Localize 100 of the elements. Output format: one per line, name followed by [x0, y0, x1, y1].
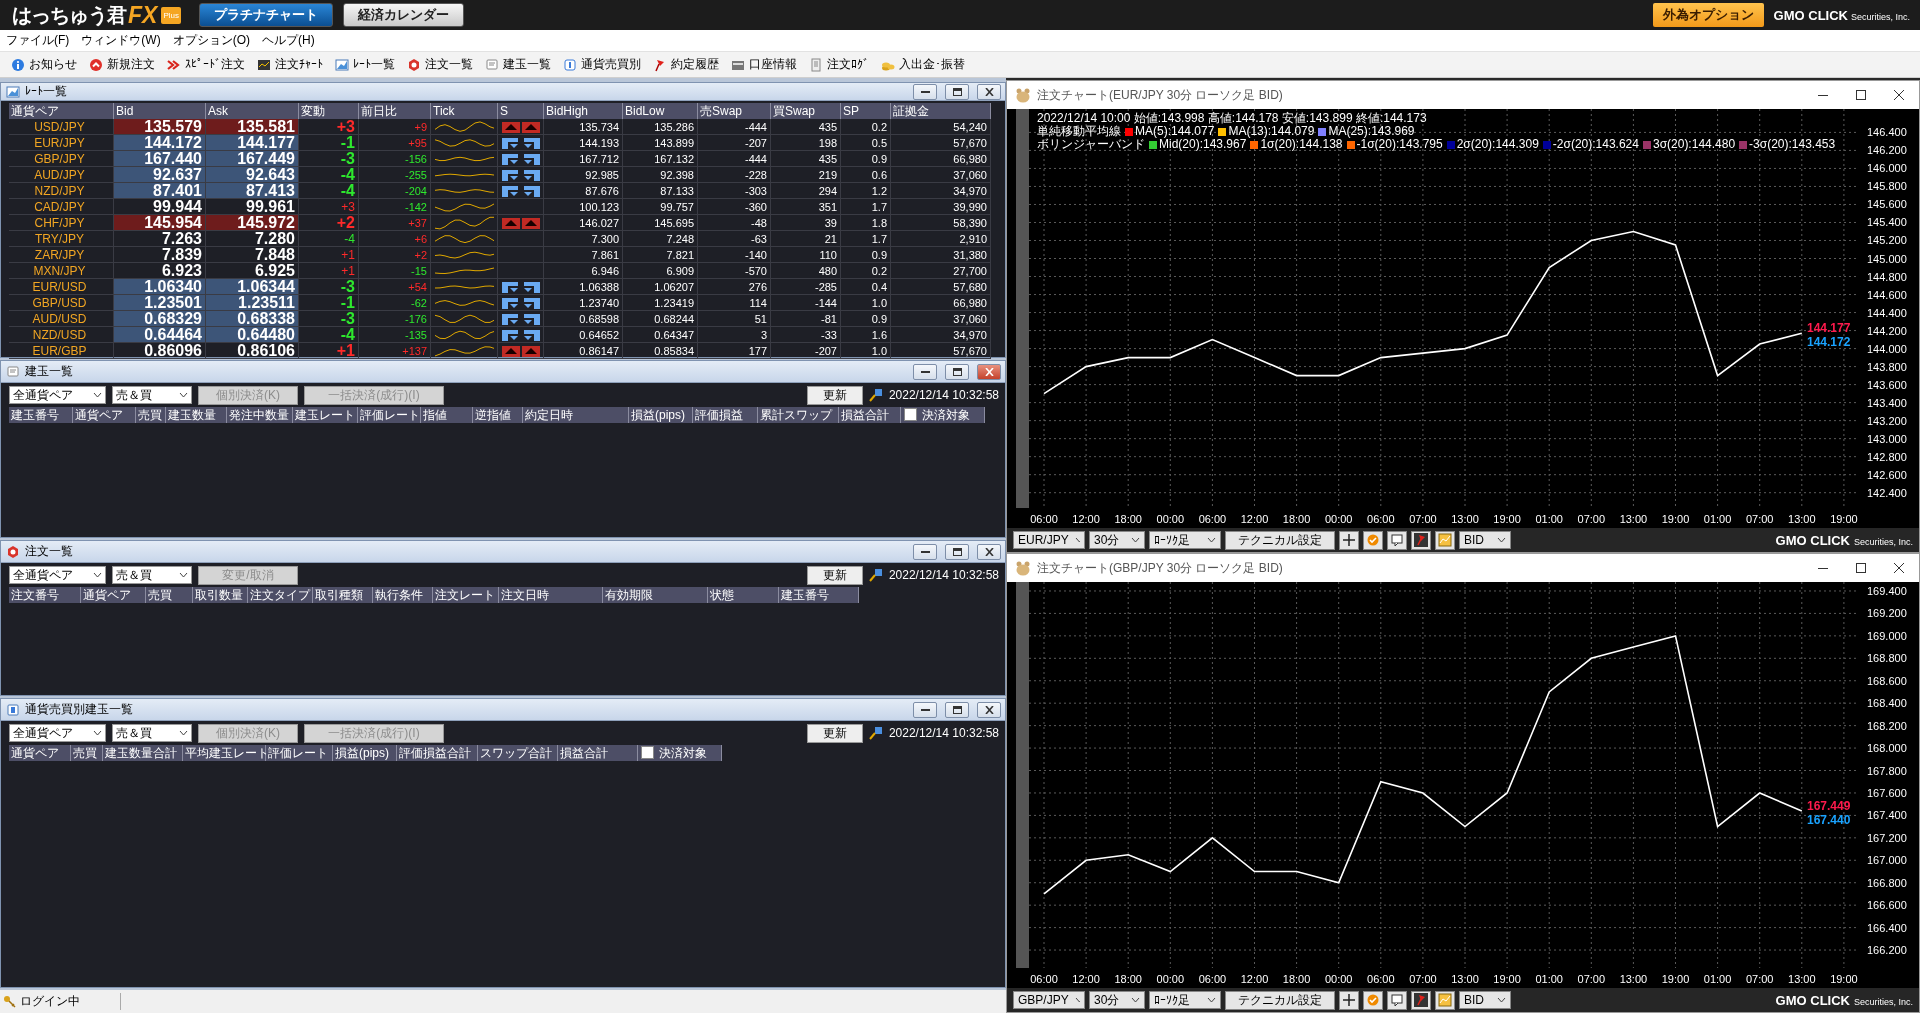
refresh-button[interactable]: 更新 — [806, 385, 863, 405]
toolbar-button[interactable]: 注文ﾁｬｰﾄ — [254, 53, 326, 76]
dropdown[interactable]: GBP/JPY — [1013, 991, 1085, 1009]
dropdown[interactable]: 売＆買 — [112, 724, 192, 742]
toolbar-button[interactable] — [1411, 530, 1431, 550]
menu-item[interactable]: ウィンドウ(W) — [81, 32, 161, 49]
column-header[interactable]: 損益合計 — [839, 407, 901, 423]
dropdown[interactable]: ﾛｰｿｸ足 — [1149, 991, 1221, 1009]
column-header[interactable]: 売Swap — [698, 103, 771, 119]
column-header[interactable]: S — [498, 103, 544, 119]
column-header[interactable]: 変動 — [299, 103, 359, 119]
maximize-button[interactable] — [945, 543, 969, 560]
dropdown[interactable]: 30分 — [1089, 991, 1145, 1009]
toolbar-button[interactable] — [1387, 530, 1407, 550]
dropdown[interactable]: 30分 — [1089, 531, 1145, 549]
close-button[interactable] — [977, 83, 1001, 100]
column-header[interactable]: 評価レート — [266, 745, 333, 761]
column-header[interactable]: 累計スワップ — [758, 407, 839, 423]
column-header[interactable]: 通貨ペア — [9, 745, 71, 761]
column-header[interactable]: BidHigh — [544, 103, 623, 119]
column-header[interactable]: 状態 — [708, 587, 779, 603]
column-header[interactable]: Ask — [206, 103, 299, 119]
column-header[interactable]: 注文番号 — [9, 587, 81, 603]
column-header[interactable]: 通貨ペア — [73, 407, 136, 423]
column-header[interactable]: 評価損益合計 — [397, 745, 478, 761]
dropdown[interactable]: BID — [1459, 991, 1511, 1009]
column-header[interactable]: BidLow — [623, 103, 698, 119]
column-header[interactable]: 注文タイプ — [248, 587, 313, 603]
column-header[interactable]: 売買 — [71, 745, 103, 761]
option-button[interactable]: 外為オプション — [1652, 3, 1764, 27]
toolbar-button[interactable]: 入出金･振替 — [878, 53, 968, 76]
toolbar-button[interactable]: ｽﾋﾟｰﾄﾞ注文 — [164, 53, 248, 76]
column-header[interactable]: 証拠金 — [891, 103, 991, 119]
column-header[interactable]: 通貨ペア — [81, 587, 146, 603]
column-header[interactable]: 平均建玉レート — [183, 745, 266, 761]
column-header[interactable]: 指値 — [421, 407, 473, 423]
maximize-button[interactable] — [945, 363, 969, 380]
toolbar-button[interactable] — [1435, 990, 1455, 1010]
column-header[interactable]: 建玉番号 — [779, 587, 859, 603]
column-header[interactable]: 評価レート — [358, 407, 421, 423]
maximize-button[interactable] — [945, 83, 969, 100]
toolbar-button[interactable]: 通貨売買別 — [560, 53, 644, 76]
chart-scrollbar[interactable] — [1016, 109, 1029, 508]
column-header[interactable]: スワップ合計 — [478, 745, 558, 761]
column-header[interactable]: 取引数量 — [193, 587, 248, 603]
maximize-button[interactable] — [945, 701, 969, 718]
column-header[interactable]: 損益(pips) — [333, 745, 397, 761]
dropdown[interactable]: EUR/JPY — [1013, 531, 1085, 549]
column-header[interactable]: 有効期限 — [603, 587, 708, 603]
column-header[interactable]: 売買 — [136, 407, 166, 423]
menu-item[interactable]: オプション(O) — [172, 32, 250, 49]
close-button[interactable] — [977, 701, 1001, 718]
maximize-button[interactable] — [1855, 562, 1867, 574]
checkbox[interactable] — [641, 746, 654, 759]
toolbar-button[interactable] — [1435, 530, 1455, 550]
dropdown[interactable]: 売＆買 — [112, 566, 192, 584]
column-header[interactable]: 通貨ペア — [9, 103, 114, 119]
close-button[interactable] — [1893, 89, 1905, 101]
toolbar-button[interactable]: 注文一覧 — [404, 53, 476, 76]
settings-button[interactable]: テクニカル設定 — [1225, 990, 1335, 1010]
toolbar-button[interactable] — [1387, 990, 1407, 1010]
column-header[interactable]: 建玉番号 — [9, 407, 73, 423]
refresh-button[interactable]: 更新 — [806, 723, 863, 743]
tab[interactable]: 経済カレンダー — [342, 3, 464, 27]
column-header[interactable]: 損益(pips) — [629, 407, 693, 423]
maximize-button[interactable] — [1855, 89, 1867, 101]
checkbox[interactable] — [904, 408, 917, 421]
dropdown[interactable]: 全通貨ペア — [9, 724, 106, 742]
column-header[interactable]: 売買 — [146, 587, 193, 603]
menu-item[interactable]: ヘルプ(H) — [262, 32, 315, 49]
toolbar-button[interactable]: 建玉一覧 — [482, 53, 554, 76]
column-header[interactable]: 約定日時 — [523, 407, 629, 423]
dropdown[interactable]: ﾛｰｿｸ足 — [1149, 531, 1221, 549]
column-header[interactable]: Tick — [431, 103, 498, 119]
toolbar-button[interactable]: 口座情報 — [728, 53, 800, 76]
close-button[interactable] — [1893, 562, 1905, 574]
column-header[interactable]: 逆指値 — [473, 407, 523, 423]
column-header[interactable]: 注文レート — [433, 587, 499, 603]
column-header[interactable]: Bid — [114, 103, 206, 119]
toolbar-button[interactable]: 注文ﾛｸﾞ — [806, 53, 872, 76]
toolbar-button[interactable] — [1363, 990, 1383, 1010]
dropdown[interactable]: 全通貨ペア — [9, 566, 106, 584]
column-header[interactable]: 損益合計 — [558, 745, 638, 761]
column-header[interactable]: 執行条件 — [373, 587, 433, 603]
column-header[interactable]: SP — [841, 103, 891, 119]
column-header[interactable]: 買Swap — [771, 103, 841, 119]
toolbar-button[interactable]: お知らせ — [8, 53, 80, 76]
column-header[interactable]: 前日比 — [359, 103, 431, 119]
column-header[interactable]: 建玉レート — [293, 407, 358, 423]
toolbar-button[interactable] — [1363, 530, 1383, 550]
column-header[interactable]: 建玉数量合計 — [103, 745, 183, 761]
minimize-button[interactable] — [913, 701, 937, 718]
minimize-button[interactable] — [913, 83, 937, 100]
column-header[interactable]: 発注中数量 — [227, 407, 293, 423]
settings-button[interactable]: テクニカル設定 — [1225, 530, 1335, 550]
dropdown[interactable]: BID — [1459, 531, 1511, 549]
dropdown[interactable]: 売＆買 — [112, 386, 192, 404]
menu-item[interactable]: ファイル(F) — [6, 32, 70, 49]
minimize-button[interactable] — [913, 543, 937, 560]
column-header[interactable]: 注文日時 — [499, 587, 603, 603]
